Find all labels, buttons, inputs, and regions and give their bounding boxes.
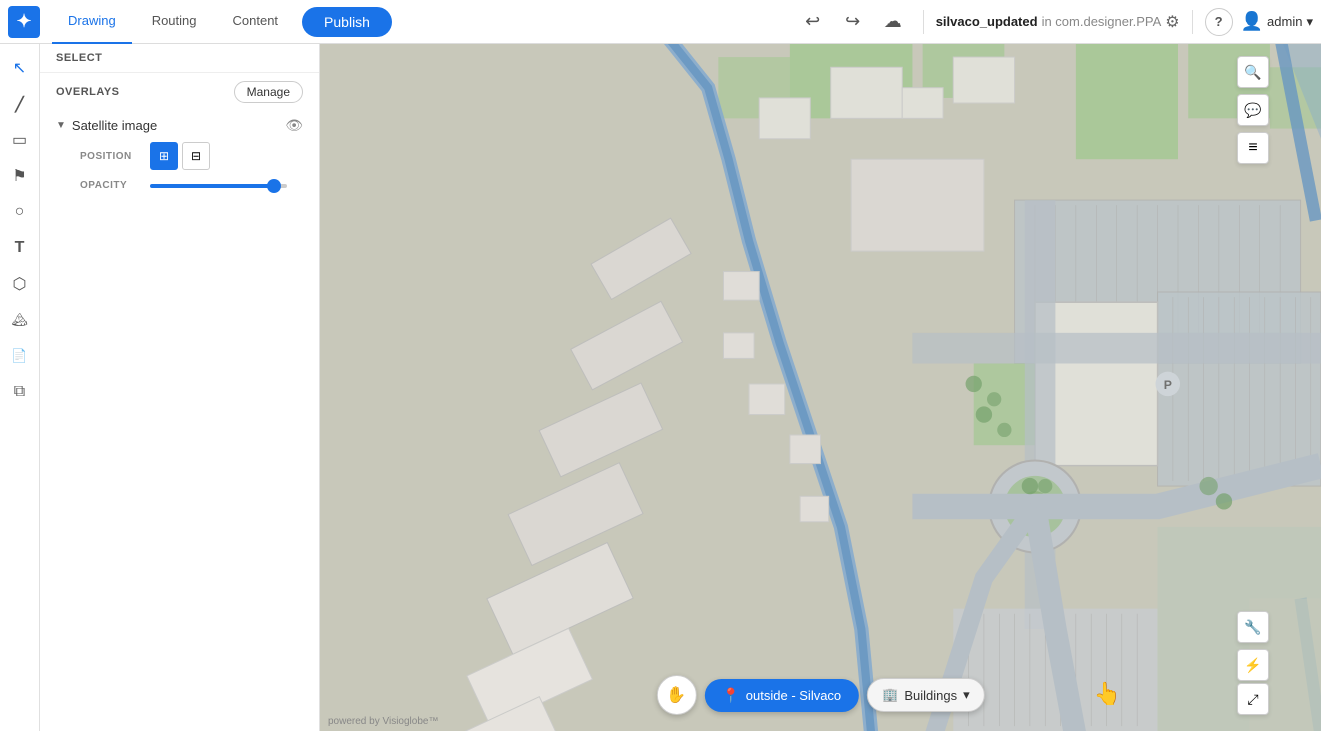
project-name: silvaco_updated [936, 14, 1038, 29]
flag-tool-icon[interactable]: ⚑ [4, 160, 36, 192]
expand-map-button[interactable]: ⤢ [1237, 683, 1269, 715]
overlays-title: OVERLAYS [56, 86, 120, 98]
image-tool-icon[interactable]: 🏔 [4, 304, 36, 336]
app-logo: ✦ [8, 6, 40, 38]
layer-header: ▼ Satellite image 👁 [56, 117, 303, 134]
left-tool-rail: ↖ ╱ ▭ ⚑ ○ T ⬡ 🏔 📄 ⧉ [0, 44, 40, 731]
position-row: POSITION ⊞ ⊟ [80, 142, 287, 170]
user-icon: 👤 [1241, 11, 1263, 32]
layer-visibility-icon[interactable]: 👁 [285, 117, 303, 134]
circle-tool-icon[interactable]: ○ [4, 196, 36, 228]
layers-tool-icon[interactable]: ⧉ [4, 376, 36, 408]
tab-content[interactable]: Content [217, 0, 295, 44]
opacity-row: OPACITY [80, 180, 287, 191]
location-button[interactable]: 📍 outside - Silvaco [704, 679, 859, 712]
layer-name: Satellite image [72, 118, 279, 133]
project-info: silvaco_updated in com.designer.PPA [936, 14, 1162, 29]
tab-drawing[interactable]: Drawing [52, 0, 132, 44]
hand-tool-button[interactable]: ✋ [656, 675, 696, 715]
opacity-label: OPACITY [80, 180, 150, 191]
tab-routing[interactable]: Routing [136, 0, 213, 44]
location-label: outside - Silvaco [746, 688, 841, 703]
buildings-button[interactable]: 🏢 Buildings ▾ [867, 678, 984, 712]
select-tool-icon[interactable]: ↖ [4, 52, 36, 84]
map-area[interactable]: P [320, 44, 1321, 731]
settings-icon[interactable]: ⚙ [1165, 12, 1179, 32]
admin-label: admin [1267, 14, 1302, 29]
position-front-button[interactable]: ⊟ [182, 142, 210, 170]
publish-button[interactable]: Publish [302, 7, 392, 37]
wrench-map-button[interactable]: 🔧 [1237, 611, 1269, 643]
text-tool-icon[interactable]: T [4, 232, 36, 264]
redo-button[interactable]: ↪ [835, 4, 871, 40]
main-layout: ↖ ╱ ▭ ⚑ ○ T ⬡ 🏔 📄 ⧉ SELECT OVERLAYS Mana… [0, 44, 1321, 731]
search-map-button[interactable]: 🔍 [1237, 56, 1269, 88]
opacity-slider[interactable] [150, 184, 287, 188]
satellite-layer-item: ▼ Satellite image 👁 POSITION ⊞ ⊟ OPACITY [40, 111, 319, 201]
list-map-button[interactable]: ≡ [1237, 132, 1269, 164]
document-tool-icon[interactable]: 📄 [4, 340, 36, 372]
position-label: POSITION [80, 151, 150, 162]
undo-button[interactable]: ↩ [795, 4, 831, 40]
buildings-label: Buildings [904, 688, 957, 703]
box3d-tool-icon[interactable]: ⬡ [4, 268, 36, 300]
project-context: in com.designer.PPA [1042, 14, 1162, 29]
position-behind-button[interactable]: ⊞ [150, 142, 178, 170]
side-panel: SELECT OVERLAYS Manage ▼ Satellite image… [40, 44, 320, 731]
topbar-right: ? 👤 admin ▾ [1205, 8, 1313, 36]
map-canvas: P [320, 44, 1321, 731]
topbar: ✦ Drawing Routing Content Publish ↩ ↪ ☁ … [0, 0, 1321, 44]
chat-map-button[interactable]: 💬 [1237, 94, 1269, 126]
layer-chevron-icon[interactable]: ▼ [56, 120, 66, 131]
overlays-header: OVERLAYS Manage [40, 72, 319, 111]
line-tool-icon[interactable]: ╱ [4, 88, 36, 120]
layer-properties: POSITION ⊞ ⊟ OPACITY [56, 134, 303, 195]
powered-by-text: powered by Visioglobe™ [328, 716, 438, 727]
admin-button[interactable]: 👤 admin ▾ [1241, 11, 1313, 32]
cloud-button[interactable]: ☁ [875, 4, 911, 40]
buildings-icon: 🏢 [882, 687, 898, 703]
admin-dropdown-icon: ▾ [1306, 14, 1313, 30]
rect-tool-icon[interactable]: ▭ [4, 124, 36, 156]
manage-button[interactable]: Manage [234, 81, 303, 103]
buildings-dropdown-icon: ▾ [963, 687, 970, 703]
select-section-label: SELECT [40, 44, 319, 72]
location-icon: 📍 [722, 687, 739, 704]
position-controls: ⊞ ⊟ [150, 142, 210, 170]
bolt-map-button[interactable]: ⚡ [1237, 649, 1269, 681]
map-bottom-bar: ✋ 📍 outside - Silvaco 🏢 Buildings ▾ [656, 675, 984, 715]
help-button[interactable]: ? [1205, 8, 1233, 36]
